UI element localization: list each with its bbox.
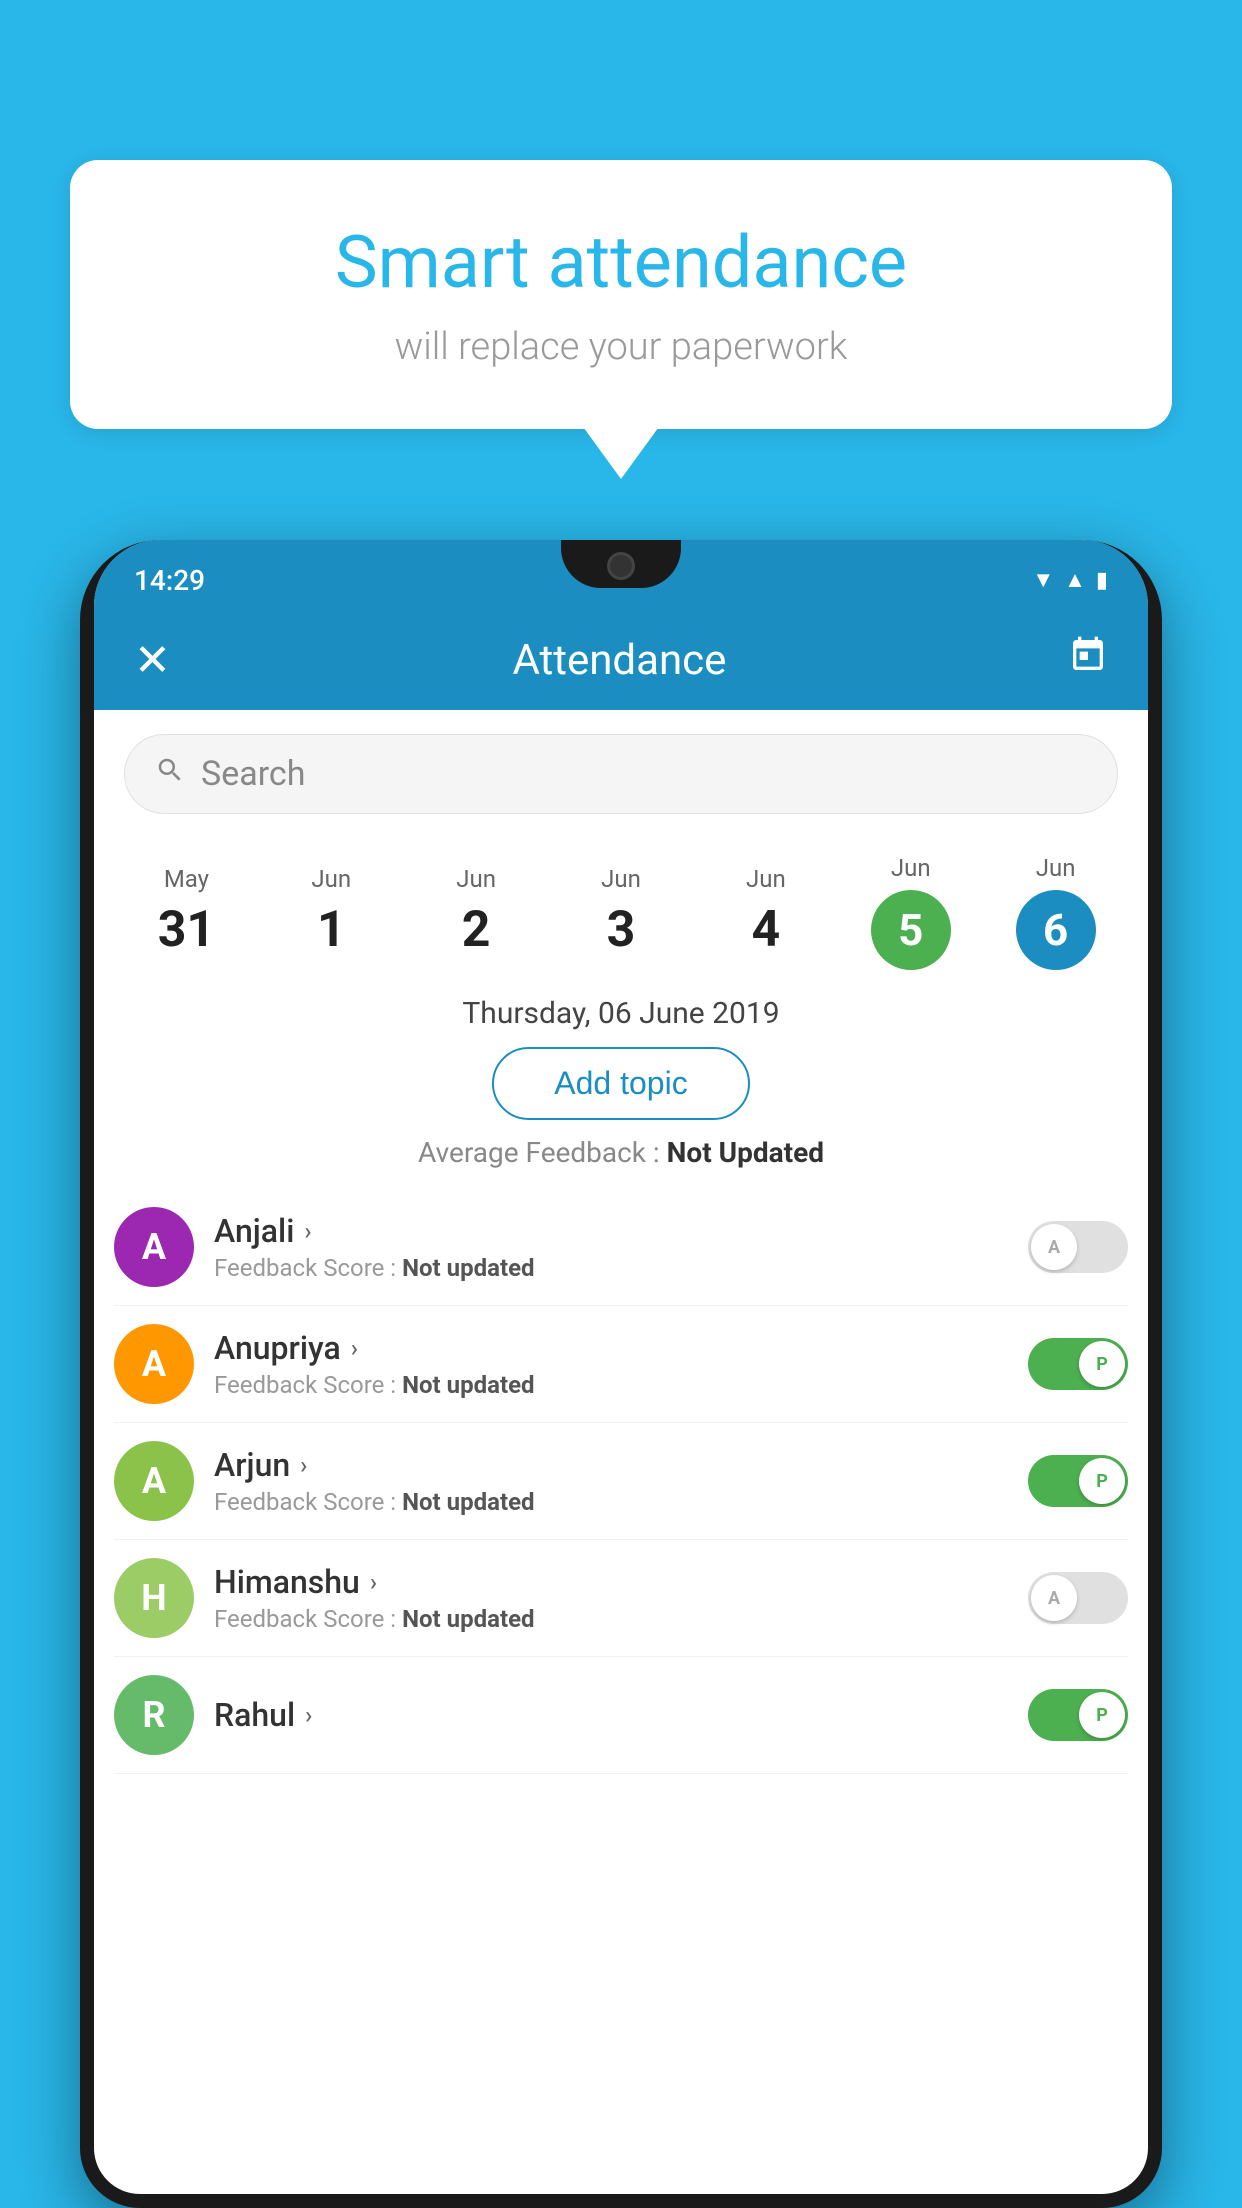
student-name-arjun: Arjun › (214, 1446, 1008, 1484)
phone-screen: 14:29 ▼ ▲ ▮ ✕ Attendance S (94, 540, 1148, 2194)
toggle-thumb-arjun: P (1079, 1458, 1125, 1504)
chevron-icon: › (351, 1334, 358, 1362)
app-header: ✕ Attendance (94, 610, 1148, 710)
toggle-himanshu[interactable]: A (1028, 1572, 1128, 1624)
student-name-rahul: Rahul › (214, 1696, 1008, 1734)
student-name-anjali: Anjali › (214, 1212, 1008, 1250)
chevron-icon: › (304, 1217, 311, 1245)
avatar-anupriya: A (114, 1324, 194, 1404)
student-item-arjun[interactable]: A Arjun › Feedback Score : Not updated P (114, 1423, 1128, 1540)
student-feedback-anjali: Feedback Score : Not updated (214, 1254, 1008, 1282)
student-name-anupriya: Anupriya › (214, 1329, 1008, 1367)
toggle-rahul[interactable]: P (1028, 1689, 1128, 1741)
date-item-jun4[interactable]: Jun 4 (693, 849, 838, 975)
header-title: Attendance (512, 636, 726, 685)
avg-feedback: Average Feedback : Not Updated (94, 1136, 1148, 1169)
student-info-himanshu: Himanshu › Feedback Score : Not updated (194, 1563, 1028, 1633)
student-info-anupriya: Anupriya › Feedback Score : Not updated (194, 1329, 1028, 1399)
date-item-jun1[interactable]: Jun 1 (259, 849, 404, 975)
close-button[interactable]: ✕ (134, 634, 171, 686)
date-strip: May 31 Jun 1 Jun 2 Jun 3 Jun 4 Jun (94, 838, 1148, 986)
avg-feedback-label: Average Feedback : (418, 1136, 660, 1169)
bubble-subtitle: will replace your paperwork (150, 325, 1092, 369)
student-info-anjali: Anjali › Feedback Score : Not updated (194, 1212, 1028, 1282)
avatar-himanshu: H (114, 1558, 194, 1638)
toggle-thumb-anjali: A (1031, 1224, 1077, 1270)
date-item-jun5[interactable]: Jun 5 (838, 838, 983, 986)
add-topic-button[interactable]: Add topic (492, 1047, 749, 1120)
chevron-icon: › (305, 1701, 312, 1729)
date-item-jun3[interactable]: Jun 3 (549, 849, 694, 975)
student-item-anupriya[interactable]: A Anupriya › Feedback Score : Not update… (114, 1306, 1128, 1423)
student-item-himanshu[interactable]: H Himanshu › Feedback Score : Not update… (114, 1540, 1128, 1657)
student-info-arjun: Arjun › Feedback Score : Not updated (194, 1446, 1028, 1516)
toggle-thumb-rahul: P (1079, 1692, 1125, 1738)
chevron-icon: › (300, 1451, 307, 1479)
status-time: 14:29 (134, 554, 205, 597)
chevron-icon: › (370, 1568, 377, 1596)
wifi-icon: ▼ (1032, 567, 1054, 593)
search-input[interactable]: Search (201, 754, 305, 794)
avg-feedback-value: Not Updated (667, 1136, 824, 1169)
avatar-rahul: R (114, 1675, 194, 1755)
calendar-button[interactable] (1068, 635, 1108, 685)
student-list: A Anjali › Feedback Score : Not updated … (94, 1189, 1148, 1774)
status-icons: ▼ ▲ ▮ (1032, 557, 1108, 593)
toggle-thumb-anupriya: P (1079, 1341, 1125, 1387)
student-feedback-arjun: Feedback Score : Not updated (214, 1488, 1008, 1516)
signal-icon: ▲ (1064, 567, 1086, 593)
student-info-rahul: Rahul › (194, 1696, 1028, 1734)
selected-date-label: Thursday, 06 June 2019 (94, 996, 1148, 1031)
toggle-anjali[interactable]: A (1028, 1221, 1128, 1273)
student-name-himanshu: Himanshu › (214, 1563, 1008, 1601)
search-bar[interactable]: Search (124, 734, 1118, 814)
date-item-jun6[interactable]: Jun 6 (983, 838, 1128, 986)
toggle-anupriya[interactable]: P (1028, 1338, 1128, 1390)
avatar-anjali: A (114, 1207, 194, 1287)
speech-bubble-container: Smart attendance will replace your paper… (70, 160, 1172, 429)
date-item-may31[interactable]: May 31 (114, 849, 259, 975)
student-feedback-himanshu: Feedback Score : Not updated (214, 1605, 1008, 1633)
phone-frame: 14:29 ▼ ▲ ▮ ✕ Attendance S (80, 540, 1162, 2208)
search-icon (155, 754, 185, 794)
student-feedback-anupriya: Feedback Score : Not updated (214, 1371, 1008, 1399)
toggle-thumb-himanshu: A (1031, 1575, 1077, 1621)
battery-icon: ▮ (1096, 568, 1108, 593)
camera (607, 552, 635, 580)
avatar-arjun: A (114, 1441, 194, 1521)
bubble-title: Smart attendance (150, 220, 1092, 305)
student-item-anjali[interactable]: A Anjali › Feedback Score : Not updated … (114, 1189, 1128, 1306)
toggle-arjun[interactable]: P (1028, 1455, 1128, 1507)
notch (561, 540, 681, 588)
speech-bubble: Smart attendance will replace your paper… (70, 160, 1172, 429)
date-item-jun2[interactable]: Jun 2 (404, 849, 549, 975)
student-item-rahul[interactable]: R Rahul › P (114, 1657, 1128, 1774)
